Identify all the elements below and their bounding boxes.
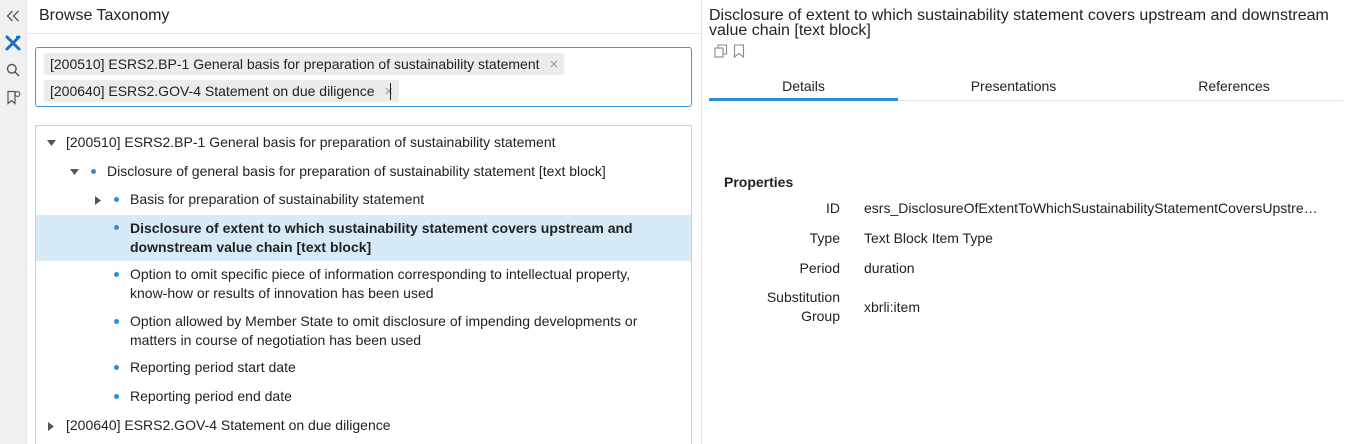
tree-node-label: Option to omit specific piece of informa… <box>130 266 631 282</box>
taxonomy-tree: [200510] ESRS2.BP-1 General basis for pr… <box>35 125 692 444</box>
tree-node[interactable]: Reporting period start date <box>36 358 691 378</box>
detail-tabs: Details Presentations References <box>709 78 1343 101</box>
property-value: Text Block Item Type <box>864 230 993 246</box>
tree-node-label: Option allowed by Member State to omit d… <box>130 313 638 329</box>
tree-node[interactable]: Disclosure of general basis for preparat… <box>36 162 691 182</box>
tree-node-label: know-how or results of innovation has be… <box>130 285 434 301</box>
chip-label: [200510] ESRS2.BP-1 General basis for pr… <box>50 56 540 72</box>
bullet-icon <box>114 225 119 230</box>
selected-chip: [200640] ESRS2.GOV-4 Statement on due di… <box>44 80 400 102</box>
tree-node[interactable]: [200510] ESRS2.BP-1 General basis for pr… <box>36 133 691 153</box>
tree-node-label: Reporting period start date <box>130 359 296 375</box>
search-icon[interactable] <box>4 61 22 79</box>
remove-chip-icon[interactable]: × <box>385 83 394 100</box>
tree-node[interactable]: Reporting period end date <box>36 387 691 407</box>
tab-details[interactable]: Details <box>709 78 898 101</box>
tree-node-label: Basis for preparation of sustainability … <box>130 191 425 207</box>
caret-right-icon[interactable] <box>46 421 56 431</box>
tree-node-label: downstream value chain [text block] <box>130 239 372 255</box>
tree-node-label: [200640] ESRS2.GOV-4 Statement on due di… <box>66 417 391 433</box>
selected-chip: [200510] ESRS2.BP-1 General basis for pr… <box>44 53 565 75</box>
property-key: ID <box>826 200 840 216</box>
properties-heading: Properties <box>724 174 794 190</box>
tree-node[interactable]: [200640] ESRS2.GOV-4 Statement on due di… <box>36 416 691 436</box>
property-key: Type <box>809 230 840 246</box>
tab-references[interactable]: References <box>1139 78 1329 100</box>
bullet-icon <box>114 394 119 399</box>
property-key: Group <box>801 308 840 324</box>
tree-node-label: Disclosure of general basis for preparat… <box>107 163 606 179</box>
property-value: xbrli:item <box>864 299 921 315</box>
xbrl-logo-icon[interactable] <box>4 34 22 52</box>
browse-panel: Browse Taxonomy [200510] ESRS2.BP-1 Gene… <box>27 0 701 444</box>
tree-node[interactable]: Option to omit specific piece of informa… <box>36 265 691 307</box>
property-key: Period <box>799 260 840 276</box>
tree-node-label: Reporting period end date <box>130 388 292 404</box>
caret-down-icon[interactable] <box>46 138 56 148</box>
details-panel: Disclosure of extent to which sustainabi… <box>702 0 1350 444</box>
chip-label: [200640] ESRS2.GOV-4 Statement on due di… <box>50 83 375 99</box>
collapse-left-icon[interactable] <box>4 7 22 25</box>
bullet-icon <box>114 197 119 202</box>
tree-node[interactable]: Basis for preparation of sustainability … <box>36 190 691 210</box>
tab-presentations[interactable]: Presentations <box>921 78 1106 100</box>
property-row: Substitution Group xbrli:item <box>702 288 1350 328</box>
tree-node-label: Disclosure of extent to which sustainabi… <box>130 220 633 236</box>
tree-node[interactable]: Option allowed by Member State to omit d… <box>36 312 691 354</box>
concept-title: Disclosure of extent to which sustainabi… <box>709 7 1329 39</box>
tree-node-selected[interactable]: Disclosure of extent to which sustainabi… <box>36 215 691 261</box>
bullet-icon <box>114 365 119 370</box>
tree-node-label: matters in course of negotiation has bee… <box>130 332 422 348</box>
remove-chip-icon[interactable]: × <box>550 56 559 73</box>
caret-down-icon[interactable] <box>69 167 79 177</box>
text-caret <box>390 83 391 100</box>
caret-right-icon[interactable] <box>93 195 103 205</box>
icon-rail <box>0 0 27 444</box>
bullet-icon <box>91 169 96 174</box>
tree-node-label: [200510] ESRS2.BP-1 General basis for pr… <box>66 134 556 150</box>
bullet-icon <box>114 272 119 277</box>
panel-title: Browse Taxonomy <box>39 7 170 24</box>
copy-icon[interactable] <box>714 44 728 58</box>
divider <box>27 33 701 34</box>
bookmark-list-icon[interactable] <box>4 88 22 106</box>
property-value: duration <box>864 260 915 276</box>
bookmark-icon[interactable] <box>733 44 747 59</box>
concept-search-input[interactable]: [200510] ESRS2.BP-1 General basis for pr… <box>35 47 692 107</box>
property-key: Substitution <box>766 289 840 305</box>
property-value: esrs_DisclosureOfExtentToWhichSustainabi… <box>864 200 1324 216</box>
bullet-icon <box>114 319 119 324</box>
